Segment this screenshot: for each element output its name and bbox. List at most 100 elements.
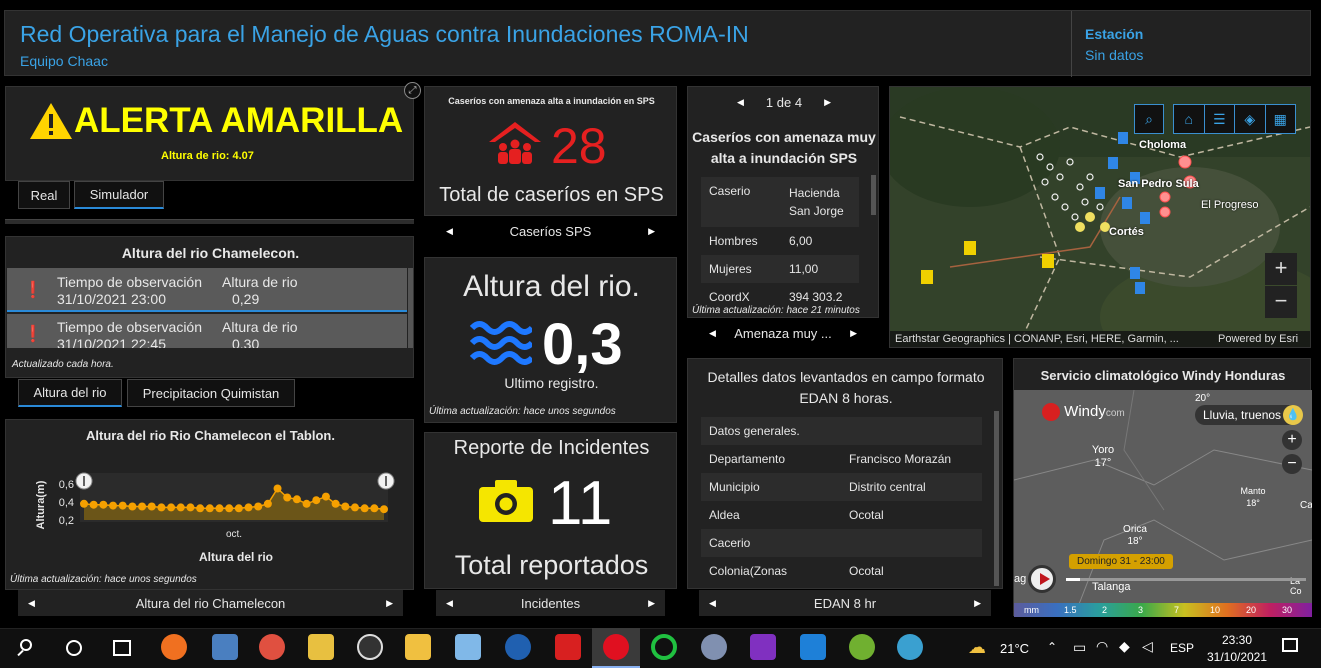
taskbar-language[interactable]: ESP bbox=[1170, 641, 1194, 655]
taskbar-temperature[interactable]: 21°C bbox=[1000, 641, 1029, 656]
taskbar-time[interactable]: 23:30 bbox=[1202, 633, 1272, 647]
pager-prev-icon[interactable]: ◀ bbox=[737, 97, 744, 108]
layers-icon[interactable]: ◈ bbox=[1235, 105, 1266, 133]
table-key: CoordX bbox=[709, 290, 750, 301]
prev-arrow-icon[interactable]: ◀ bbox=[446, 598, 453, 609]
network-icon[interactable]: ▭ bbox=[1073, 639, 1086, 656]
map-attribution: Earthstar Geographics | CONANP, Esri, HE… bbox=[895, 333, 1179, 345]
tab-altura-rio[interactable]: Altura del rio bbox=[18, 379, 122, 407]
scrollbar[interactable] bbox=[5, 219, 414, 224]
place-temp: 18° bbox=[1246, 498, 1260, 508]
list-icon[interactable]: ☰ bbox=[1205, 105, 1235, 133]
next-arrow-icon[interactable]: ▶ bbox=[850, 328, 857, 339]
chart-point bbox=[292, 495, 301, 504]
table-key: Mujeres bbox=[709, 262, 752, 276]
caserios-total-label: Total de caseríos en SPS bbox=[439, 184, 664, 206]
river-list-footer: Actualizado cada hora. bbox=[12, 359, 114, 370]
amenaza-scrollbar[interactable] bbox=[871, 175, 876, 215]
chart-point bbox=[225, 504, 234, 513]
prev-arrow-icon[interactable]: ◀ bbox=[28, 598, 35, 609]
search-icon[interactable] bbox=[16, 637, 38, 659]
obs-icon[interactable] bbox=[357, 634, 383, 660]
chart-point bbox=[263, 499, 272, 508]
table-row: Mujeres 11,00 bbox=[701, 255, 859, 283]
chart-point bbox=[360, 504, 369, 513]
home-icon[interactable]: ⌂ bbox=[1174, 105, 1205, 133]
tab-real[interactable]: Real bbox=[18, 181, 70, 209]
place-orica: Orica 18° bbox=[1118, 524, 1152, 548]
vscode-icon[interactable] bbox=[800, 634, 826, 660]
chart-point bbox=[176, 503, 185, 512]
scale-value: 10 bbox=[1210, 605, 1221, 615]
r-icon[interactable] bbox=[505, 634, 531, 660]
list-item[interactable]: ❗ Tiempo de observación 31/10/2021 23:00… bbox=[7, 268, 407, 312]
chart-point bbox=[99, 500, 108, 509]
notifications-icon[interactable] bbox=[1282, 638, 1298, 652]
prev-arrow-icon[interactable]: ◀ bbox=[709, 328, 716, 339]
chart-nav-label: Altura del rio Chamelecon bbox=[135, 595, 286, 611]
app-icon-3[interactable] bbox=[259, 634, 285, 660]
next-arrow-icon[interactable]: ▶ bbox=[648, 598, 655, 609]
visual-studio-icon[interactable] bbox=[750, 634, 776, 660]
qgis-icon[interactable] bbox=[849, 634, 875, 660]
show-hidden-icons[interactable]: ⌃ bbox=[1047, 640, 1057, 654]
map-powered-by[interactable]: Powered by Esri bbox=[1218, 333, 1298, 345]
map-label-sps: San Pedro Sula bbox=[1118, 178, 1199, 190]
tab-precipitacion[interactable]: Precipitacion Quimistan bbox=[127, 379, 295, 407]
dropbox-icon[interactable]: ◆ bbox=[1119, 638, 1130, 655]
timeline-slider[interactable] bbox=[1066, 578, 1306, 581]
zoom-in-button[interactable]: + bbox=[1265, 253, 1297, 285]
tab-simulador[interactable]: Simulador bbox=[74, 181, 164, 209]
app-icon-cube[interactable] bbox=[455, 634, 481, 660]
observation-label: Tiempo de observación bbox=[57, 319, 203, 335]
basemap-gallery-icon[interactable]: ▦ bbox=[1266, 105, 1296, 133]
app-icon-4[interactable] bbox=[308, 634, 334, 660]
next-arrow-icon[interactable]: ▶ bbox=[974, 598, 981, 609]
prev-arrow-icon[interactable]: ◀ bbox=[709, 598, 716, 609]
postgres-icon[interactable] bbox=[701, 634, 727, 660]
play-button[interactable] bbox=[1028, 565, 1056, 593]
file-explorer-icon[interactable] bbox=[405, 634, 431, 660]
chart-point bbox=[302, 499, 311, 508]
map-search-button[interactable]: ⌕ bbox=[1134, 104, 1164, 134]
list-scrollbar[interactable] bbox=[408, 268, 413, 348]
windy-zoom-in[interactable]: + bbox=[1282, 430, 1302, 450]
place-yoro: Yoro 17° bbox=[1086, 444, 1120, 470]
weather-icon[interactable]: ☁ bbox=[968, 637, 986, 658]
table-row: Municipio Distrito central bbox=[701, 473, 982, 501]
amenaza-footer: Última actualización: hace 21 minutos bbox=[692, 305, 860, 316]
taskbar-date[interactable]: 31/10/2021 bbox=[1202, 650, 1272, 664]
table-value: 394 303,2 bbox=[789, 290, 843, 301]
chart-point bbox=[273, 484, 282, 493]
acrobat-icon[interactable] bbox=[555, 634, 581, 660]
chart-point bbox=[215, 504, 224, 513]
app-icon-globe[interactable] bbox=[897, 634, 923, 660]
prev-arrow-icon[interactable]: ◀ bbox=[446, 226, 453, 237]
next-arrow-icon[interactable]: ▶ bbox=[648, 226, 655, 237]
windy-zoom-out[interactable]: − bbox=[1282, 454, 1302, 474]
scale-value: 20 bbox=[1246, 605, 1257, 615]
table-value: 11,00 bbox=[789, 262, 819, 276]
windy-map[interactable]: Windycom 20° Lluvia, truenos 💧 + − Yoro 1… bbox=[1014, 390, 1312, 617]
chart-point bbox=[331, 499, 340, 508]
task-view-icon[interactable] bbox=[113, 640, 131, 656]
pager-next-icon[interactable]: ▶ bbox=[824, 97, 831, 108]
table-row: Departamento Francisco Morazán bbox=[701, 445, 982, 473]
height-value: 0,30 bbox=[232, 336, 260, 348]
camera-icon bbox=[479, 480, 533, 522]
opera-icon[interactable] bbox=[603, 634, 629, 660]
map-panel[interactable]: Choloma San Pedro Sula El Progreso Corté… bbox=[889, 86, 1311, 348]
next-arrow-icon[interactable]: ▶ bbox=[386, 598, 393, 609]
app-icon-1[interactable] bbox=[161, 634, 187, 660]
volume-icon[interactable]: ◁ bbox=[1142, 638, 1153, 655]
table-key: Caserio bbox=[709, 184, 751, 198]
altura-value: 0,3 bbox=[542, 312, 623, 377]
app-icon-green-circle[interactable] bbox=[651, 634, 677, 660]
cortana-icon[interactable] bbox=[66, 640, 82, 656]
wifi-icon[interactable]: ◠ bbox=[1096, 638, 1108, 655]
list-item[interactable]: ❗ Tiempo de observación 31/10/2021 22:45… bbox=[7, 314, 407, 348]
expand-icon[interactable]: ⤢ bbox=[404, 82, 421, 99]
edan-scrollbar[interactable] bbox=[994, 411, 999, 586]
zoom-out-button[interactable]: − bbox=[1265, 286, 1297, 318]
app-icon-2[interactable] bbox=[212, 634, 238, 660]
